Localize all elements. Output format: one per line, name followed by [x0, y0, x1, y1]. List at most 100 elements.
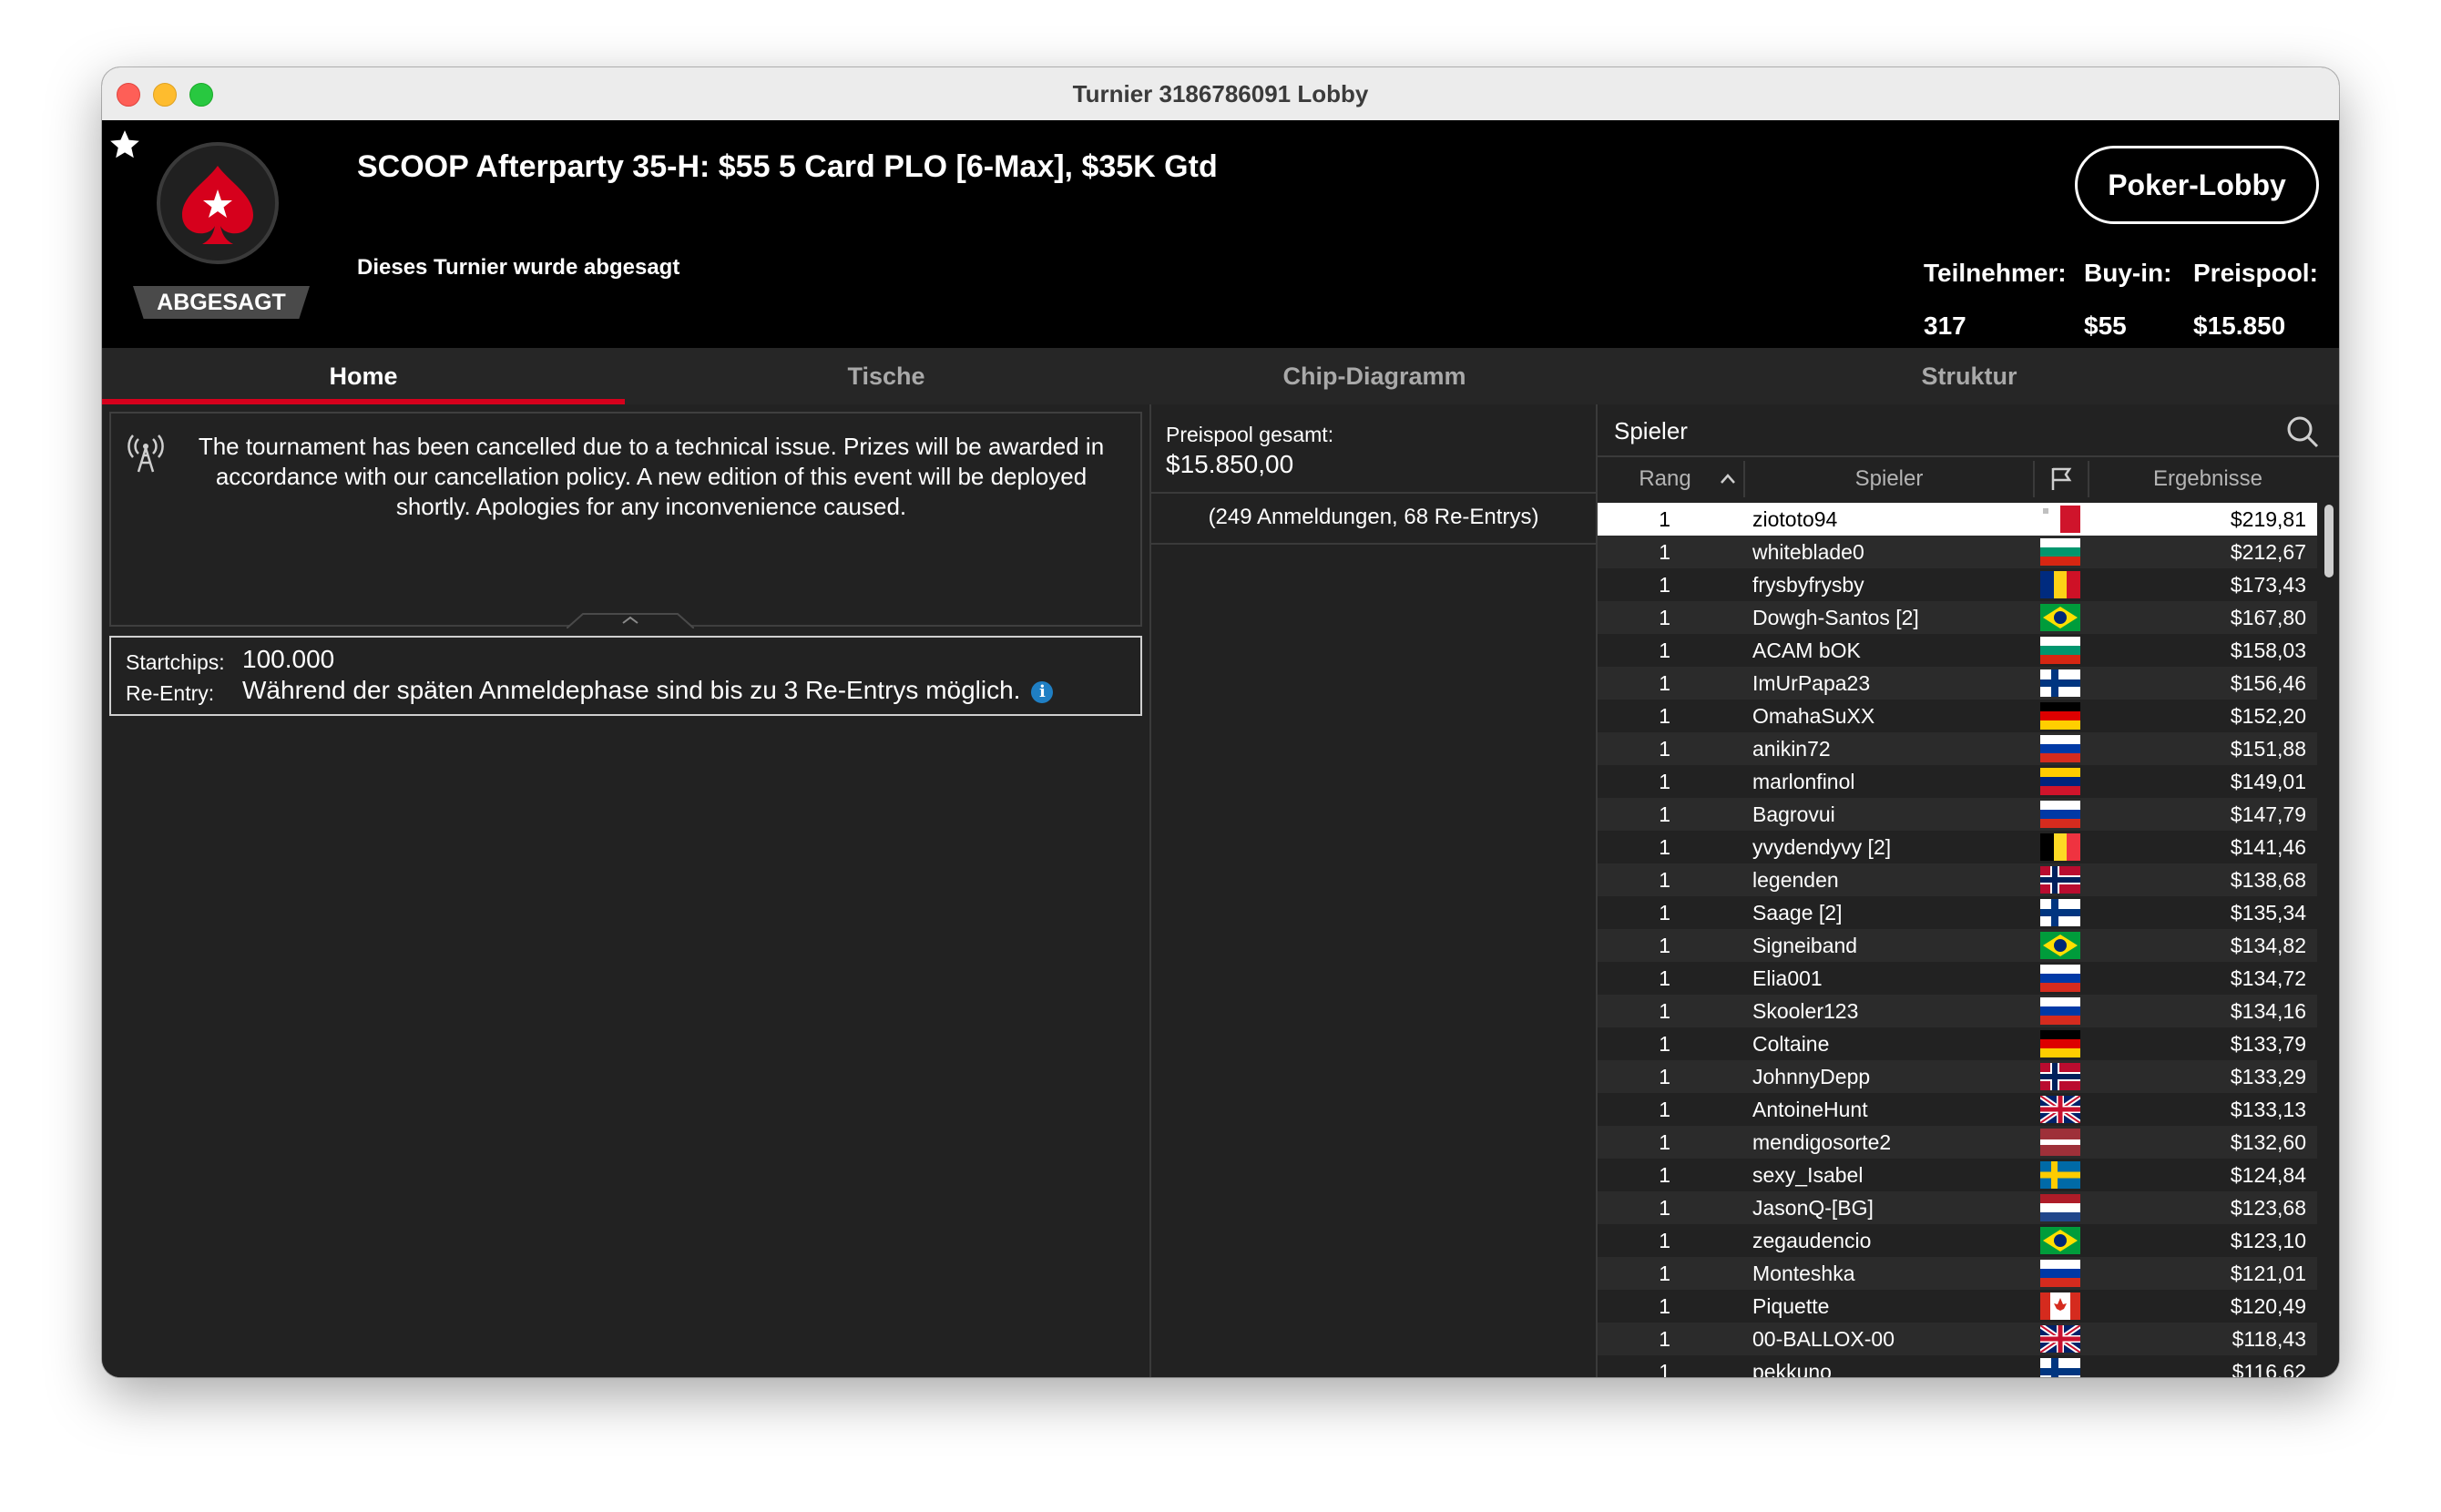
players-table-body: 1 ziototo94 $219,81 1 whiteblade0 $212,67 1 fry…: [1598, 503, 2317, 1377]
player-row[interactable]: 1 mendigosorte2 $132,60: [1598, 1126, 2317, 1159]
reentry-label: Re-Entry:: [126, 681, 215, 705]
player-result: $134,16: [2230, 999, 2306, 1023]
player-row[interactable]: 1 OmahaSuXX $152,20: [1598, 700, 2317, 732]
reentry-info: Während der späten Anmeldephase sind bis…: [242, 676, 1054, 705]
player-result: $147,79: [2230, 802, 2306, 826]
player-rank: 1: [1659, 540, 1670, 564]
player-row[interactable]: 1 Skooler123 $134,16: [1598, 995, 2317, 1027]
scrollbar-thumb[interactable]: [2324, 505, 2334, 577]
player-name: whiteblade0: [1752, 540, 1864, 564]
player-result: $118,43: [2232, 1327, 2306, 1351]
player-result: $141,46: [2230, 835, 2306, 859]
flag-column-icon[interactable]: [2042, 466, 2078, 492]
player-result: $138,68: [2230, 868, 2306, 892]
player-name: anikin72: [1752, 737, 1831, 761]
player-result: $152,20: [2230, 704, 2306, 728]
player-row[interactable]: 1 ziototo94 $219,81: [1598, 503, 2317, 536]
player-row[interactable]: 1 Signeiband $134,82: [1598, 929, 2317, 962]
spade-star-icon: [182, 166, 253, 244]
player-result: $212,67: [2230, 540, 2306, 564]
player-rank: 1: [1659, 639, 1670, 662]
tab-chip-diagram[interactable]: Chip-Diagramm: [1149, 348, 1599, 404]
player-row[interactable]: 1 JasonQ-[BG] $123,68: [1598, 1191, 2317, 1224]
search-icon[interactable]: [2284, 414, 2321, 450]
player-name: Monteshka: [1752, 1262, 1855, 1285]
netherlands-flag-icon: [2040, 1194, 2080, 1221]
romania-flag-icon: [2040, 571, 2080, 598]
column-player[interactable]: Spieler: [1745, 457, 2033, 501]
player-row[interactable]: 1 Dowgh-Santos [2] $167,80: [1598, 601, 2317, 634]
uk-flag-icon: [2040, 1325, 2080, 1353]
player-row[interactable]: 1 legenden $138,68: [1598, 863, 2317, 896]
player-row[interactable]: 1 00-BALLOX-00 $118,43: [1598, 1323, 2317, 1355]
player-row[interactable]: 1 Monteshka $121,01: [1598, 1257, 2317, 1290]
player-rank: 1: [1659, 1196, 1670, 1220]
player-row[interactable]: 1 marlonfinol $149,01: [1598, 765, 2317, 798]
player-result: $135,34: [2230, 901, 2306, 925]
player-result: $133,13: [2230, 1098, 2306, 1121]
player-rank: 1: [1659, 934, 1670, 957]
player-row[interactable]: 1 JohnnyDepp $133,29: [1598, 1060, 2317, 1093]
poker-lobby-button[interactable]: Poker-Lobby: [2075, 146, 2319, 224]
player-rank: 1: [1659, 1229, 1670, 1252]
participants-label: Teilnehmer:: [1924, 259, 2067, 287]
player-name: Signeiband: [1752, 934, 1858, 957]
players-scrollbar[interactable]: [2324, 503, 2334, 1377]
player-row[interactable]: 1 whiteblade0 $212,67: [1598, 536, 2317, 568]
player-row[interactable]: 1 frysbyfrysby $173,43: [1598, 568, 2317, 601]
player-rank: 1: [1659, 770, 1670, 793]
belgium-flag-icon: [2040, 833, 2080, 861]
player-row[interactable]: 1 anikin72 $151,88: [1598, 732, 2317, 765]
player-name: Saage [2]: [1752, 901, 1843, 925]
player-name: Coltaine: [1752, 1032, 1830, 1056]
column-results[interactable]: Ergebnisse: [2089, 457, 2326, 501]
player-row[interactable]: 1 ImUrPapa23 $156,46: [1598, 667, 2317, 700]
prizepool-panel: Preispool gesamt: $15.850,00 (249 Anmeld…: [1149, 404, 1598, 1377]
favorite-star-icon[interactable]: [107, 128, 142, 162]
russia-flag-icon: [2040, 965, 2080, 992]
player-name: yvydendyvy [2]: [1752, 835, 1892, 859]
player-row[interactable]: 1 Piquette $120,49: [1598, 1290, 2317, 1323]
player-name: Dowgh-Santos [2]: [1752, 606, 1919, 629]
players-search-header: Spieler: [1598, 404, 2339, 457]
info-icon[interactable]: i: [1031, 680, 1054, 703]
player-row[interactable]: 1 pekkuno $116,62: [1598, 1355, 2317, 1377]
tab-tables[interactable]: Tische: [625, 348, 1148, 404]
player-row[interactable]: 1 sexy_Isabel $124,84: [1598, 1159, 2317, 1191]
pokerstars-logo: [157, 142, 279, 264]
collapse-chevron-icon[interactable]: [567, 612, 694, 628]
players-table-header: Rang Spieler Ergebnisse: [1598, 457, 2339, 501]
tab-home[interactable]: Home: [102, 348, 625, 404]
divider: [1151, 543, 1596, 545]
player-result: $158,03: [2230, 639, 2306, 662]
player-rank: 1: [1659, 704, 1670, 728]
player-row[interactable]: 1 Saage [2] $135,34: [1598, 896, 2317, 929]
player-rank: 1: [1659, 1032, 1670, 1056]
players-panel: Spieler Rang Spieler Ergebnisse 1 ziototo…: [1598, 404, 2339, 1377]
player-rank: 1: [1659, 802, 1670, 826]
player-row[interactable]: 1 Bagrovui $147,79: [1598, 798, 2317, 831]
player-rank: 1: [1659, 868, 1670, 892]
player-row[interactable]: 1 Elia001 $134,72: [1598, 962, 2317, 995]
column-rank[interactable]: Rang: [1598, 457, 1732, 501]
title-bar: Turnier 3186786091 Lobby: [102, 67, 2339, 121]
tab-structure[interactable]: Struktur: [1599, 348, 2339, 404]
player-row[interactable]: 1 AntoineHunt $133,13: [1598, 1093, 2317, 1126]
player-name: JohnnyDepp: [1752, 1065, 1871, 1088]
player-row[interactable]: 1 zegaudencio $123,10: [1598, 1224, 2317, 1257]
player-name: legenden: [1752, 868, 1839, 892]
player-row[interactable]: 1 ACAM bOK $158,03: [1598, 634, 2317, 667]
uk-flag-icon: [2040, 1096, 2080, 1123]
player-rank: 1: [1659, 1163, 1670, 1187]
latvia-flag-icon: [2040, 1129, 2080, 1156]
player-name: ImUrPapa23: [1752, 671, 1871, 695]
player-row[interactable]: 1 yvydendyvy [2] $141,46: [1598, 831, 2317, 863]
status-badge: ABGESAGT: [133, 286, 310, 319]
player-row[interactable]: 1 Coltaine $133,79: [1598, 1027, 2317, 1060]
sort-ascending-icon[interactable]: [1718, 470, 1738, 488]
bulgaria-flag-icon: [2040, 538, 2080, 566]
player-rank: 1: [1659, 1294, 1670, 1318]
lobby-window: Turnier 3186786091 Lobby ABGESAGT SCOOP …: [102, 67, 2339, 1377]
player-result: $124,84: [2230, 1163, 2306, 1187]
participants-value: 317: [1924, 312, 1966, 340]
